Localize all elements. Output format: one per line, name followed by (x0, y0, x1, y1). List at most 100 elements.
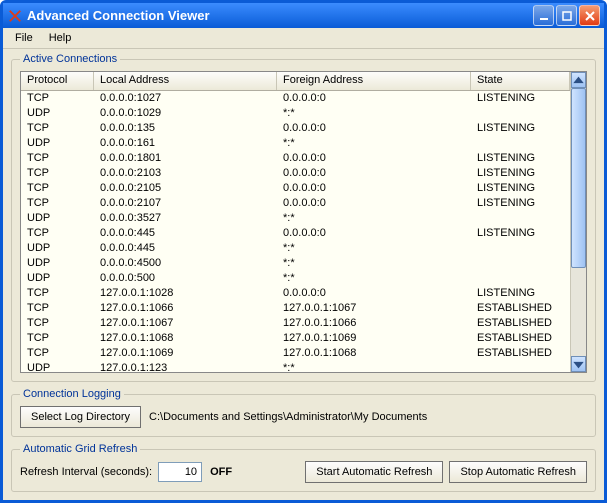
cell-state (471, 211, 570, 226)
cell-foreign: *:* (277, 136, 471, 151)
table-row[interactable]: TCP127.0.0.1:1068127.0.0.1:1069ESTABLISH… (21, 331, 570, 346)
table-row[interactable]: TCP127.0.0.1:1067127.0.0.1:1066ESTABLISH… (21, 316, 570, 331)
cell-state (471, 136, 570, 151)
cell-state: LISTENING (471, 286, 570, 301)
cell-protocol: TCP (21, 181, 94, 196)
table-row[interactable]: UDP0.0.0.0:500*:* (21, 271, 570, 286)
col-state[interactable]: State (471, 72, 570, 90)
cell-local: 0.0.0.0:2105 (94, 181, 277, 196)
table-row[interactable]: TCP0.0.0.0:18010.0.0.0:0LISTENING (21, 151, 570, 166)
cell-state (471, 271, 570, 286)
cell-protocol: TCP (21, 196, 94, 211)
menu-help[interactable]: Help (41, 30, 80, 46)
table-row[interactable]: UDP0.0.0.0:3527*:* (21, 211, 570, 226)
cell-state: ESTABLISHED (471, 316, 570, 331)
cell-state: LISTENING (471, 151, 570, 166)
stop-refresh-button[interactable]: Stop Automatic Refresh (449, 461, 587, 483)
cell-foreign: 0.0.0.0:0 (277, 226, 471, 241)
scroll-track[interactable] (571, 88, 586, 356)
cell-state: LISTENING (471, 91, 570, 106)
cell-protocol: UDP (21, 211, 94, 226)
cell-protocol: UDP (21, 271, 94, 286)
scroll-thumb[interactable] (571, 88, 586, 268)
cell-state (471, 256, 570, 271)
table-row[interactable]: UDP0.0.0.0:4500*:* (21, 256, 570, 271)
table-row[interactable]: UDP0.0.0.0:1029*:* (21, 106, 570, 121)
cell-foreign: *:* (277, 256, 471, 271)
cell-local: 0.0.0.0:135 (94, 121, 277, 136)
cell-foreign: 0.0.0.0:0 (277, 91, 471, 106)
window-title: Advanced Connection Viewer (27, 8, 531, 23)
start-refresh-button[interactable]: Start Automatic Refresh (305, 461, 443, 483)
title-bar[interactable]: Advanced Connection Viewer (3, 3, 604, 28)
cell-foreign: 127.0.0.1:1068 (277, 346, 471, 361)
table-row[interactable]: TCP0.0.0.0:4450.0.0.0:0LISTENING (21, 226, 570, 241)
active-connections-group: Active Connections Protocol Local Addres… (11, 53, 596, 382)
cell-protocol: TCP (21, 316, 94, 331)
cell-local: 0.0.0.0:1029 (94, 106, 277, 121)
cell-state (471, 361, 570, 372)
cell-local: 127.0.0.1:1069 (94, 346, 277, 361)
connections-grid: Protocol Local Address Foreign Address S… (20, 71, 587, 373)
minimize-button[interactable] (533, 5, 554, 26)
cell-protocol: TCP (21, 346, 94, 361)
app-icon (7, 8, 23, 24)
cell-state: ESTABLISHED (471, 301, 570, 316)
cell-state: LISTENING (471, 181, 570, 196)
table-row[interactable]: TCP0.0.0.0:1350.0.0.0:0LISTENING (21, 121, 570, 136)
grid-body[interactable]: TCP0.0.0.0:10270.0.0.0:0LISTENINGUDP0.0.… (21, 91, 570, 372)
menu-file[interactable]: File (7, 30, 41, 46)
cell-local: 0.0.0.0:1801 (94, 151, 277, 166)
cell-foreign: 0.0.0.0:0 (277, 286, 471, 301)
col-protocol[interactable]: Protocol (21, 72, 94, 90)
app-window: Advanced Connection Viewer File Help Act… (0, 0, 607, 503)
cell-local: 127.0.0.1:1067 (94, 316, 277, 331)
col-foreign-address[interactable]: Foreign Address (277, 72, 471, 90)
scroll-up-button[interactable] (571, 72, 586, 88)
cell-foreign: 0.0.0.0:0 (277, 166, 471, 181)
cell-foreign: *:* (277, 211, 471, 226)
cell-protocol: TCP (21, 286, 94, 301)
connection-logging-legend: Connection Logging (20, 388, 124, 400)
scroll-down-button[interactable] (571, 356, 586, 372)
table-row[interactable]: UDP127.0.0.1:123*:* (21, 361, 570, 372)
active-connections-legend: Active Connections (20, 53, 120, 65)
cell-protocol: TCP (21, 331, 94, 346)
table-row[interactable]: TCP127.0.0.1:1066127.0.0.1:1067ESTABLISH… (21, 301, 570, 316)
cell-local: 127.0.0.1:1066 (94, 301, 277, 316)
col-local-address[interactable]: Local Address (94, 72, 277, 90)
cell-state: ESTABLISHED (471, 331, 570, 346)
cell-protocol: TCP (21, 166, 94, 181)
refresh-interval-input[interactable] (158, 462, 202, 482)
cell-local: 0.0.0.0:500 (94, 271, 277, 286)
table-row[interactable]: TCP127.0.0.1:10280.0.0.0:0LISTENING (21, 286, 570, 301)
cell-state: LISTENING (471, 226, 570, 241)
cell-state: LISTENING (471, 196, 570, 211)
cell-protocol: TCP (21, 121, 94, 136)
cell-protocol: UDP (21, 136, 94, 151)
cell-protocol: TCP (21, 151, 94, 166)
table-row[interactable]: TCP0.0.0.0:21070.0.0.0:0LISTENING (21, 196, 570, 211)
select-log-directory-button[interactable]: Select Log Directory (20, 406, 141, 428)
cell-local: 0.0.0.0:2107 (94, 196, 277, 211)
cell-protocol: TCP (21, 301, 94, 316)
table-row[interactable]: TCP0.0.0.0:10270.0.0.0:0LISTENING (21, 91, 570, 106)
cell-local: 0.0.0.0:3527 (94, 211, 277, 226)
vertical-scrollbar[interactable] (570, 72, 586, 372)
cell-state: LISTENING (471, 166, 570, 181)
cell-foreign: 0.0.0.0:0 (277, 181, 471, 196)
log-directory-path: C:\Documents and Settings\Administrator\… (149, 411, 427, 423)
cell-state (471, 106, 570, 121)
cell-local: 0.0.0.0:161 (94, 136, 277, 151)
table-row[interactable]: UDP0.0.0.0:161*:* (21, 136, 570, 151)
cell-state: LISTENING (471, 121, 570, 136)
cell-protocol: UDP (21, 256, 94, 271)
table-row[interactable]: TCP0.0.0.0:21030.0.0.0:0LISTENING (21, 166, 570, 181)
table-row[interactable]: TCP127.0.0.1:1069127.0.0.1:1068ESTABLISH… (21, 346, 570, 361)
close-button[interactable] (579, 5, 600, 26)
table-row[interactable]: UDP0.0.0.0:445*:* (21, 241, 570, 256)
table-row[interactable]: TCP0.0.0.0:21050.0.0.0:0LISTENING (21, 181, 570, 196)
cell-protocol: UDP (21, 361, 94, 372)
cell-protocol: TCP (21, 91, 94, 106)
maximize-button[interactable] (556, 5, 577, 26)
